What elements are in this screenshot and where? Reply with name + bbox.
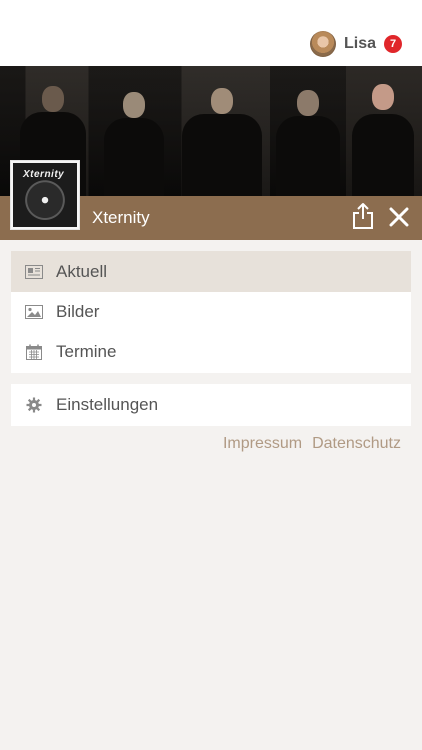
share-button[interactable] — [351, 201, 375, 231]
member-head — [211, 88, 233, 114]
user-profile[interactable]: Lisa 7 — [309, 30, 402, 58]
close-button[interactable] — [387, 205, 411, 229]
member-body — [182, 114, 262, 196]
top-bar: Lisa 7 — [0, 0, 422, 66]
band-member-figure — [352, 80, 414, 196]
gear-icon — [25, 396, 43, 414]
notification-badge[interactable]: 7 — [384, 35, 402, 53]
menu-item-label: Aktuell — [56, 261, 108, 281]
band-member-figure — [182, 84, 262, 196]
menu-item-aktuell[interactable]: Aktuell — [11, 251, 411, 292]
menu-item-label: Bilder — [56, 302, 100, 321]
user-avatar-icon[interactable] — [309, 31, 336, 57]
member-head — [297, 90, 319, 116]
menu-item-label: Einstellungen — [56, 395, 159, 414]
band-logo-text: Xternity — [23, 169, 65, 180]
band-member-figure — [104, 86, 164, 196]
member-head — [372, 84, 394, 110]
band-name: Xternity — [92, 208, 150, 227]
newspaper-icon — [25, 263, 43, 281]
album-cover-image: Xternity — [13, 163, 77, 227]
share-icon[interactable] — [352, 202, 374, 230]
member-head — [123, 92, 145, 118]
primary-menu: Aktuell Bilder Termine — [11, 251, 411, 373]
datenschutz-link[interactable]: Datenschutz — [312, 435, 401, 453]
user-name[interactable]: Lisa — [344, 35, 376, 53]
menu-item-einstellungen[interactable]: Einstellungen — [11, 384, 411, 426]
member-head — [42, 86, 64, 112]
calendar-icon — [25, 343, 43, 361]
band-thumbnail: Xternity — [10, 160, 80, 230]
menu-item-termine[interactable]: Termine — [11, 332, 411, 372]
member-body — [104, 118, 164, 196]
close-icon[interactable] — [389, 207, 409, 227]
footer-links: Impressum Datenschutz — [223, 435, 401, 453]
menu-item-label: Termine — [56, 342, 117, 361]
member-body — [276, 116, 340, 196]
impressum-link[interactable]: Impressum — [223, 435, 302, 453]
menu-item-bilder[interactable]: Bilder — [11, 292, 411, 332]
app-screen: Lisa 7 Xternity Xternity Aktuell Bilder … — [0, 0, 422, 750]
secondary-menu: Einstellungen — [11, 384, 411, 426]
member-body — [352, 114, 414, 196]
image-icon — [25, 303, 43, 321]
band-member-figure — [276, 84, 340, 196]
